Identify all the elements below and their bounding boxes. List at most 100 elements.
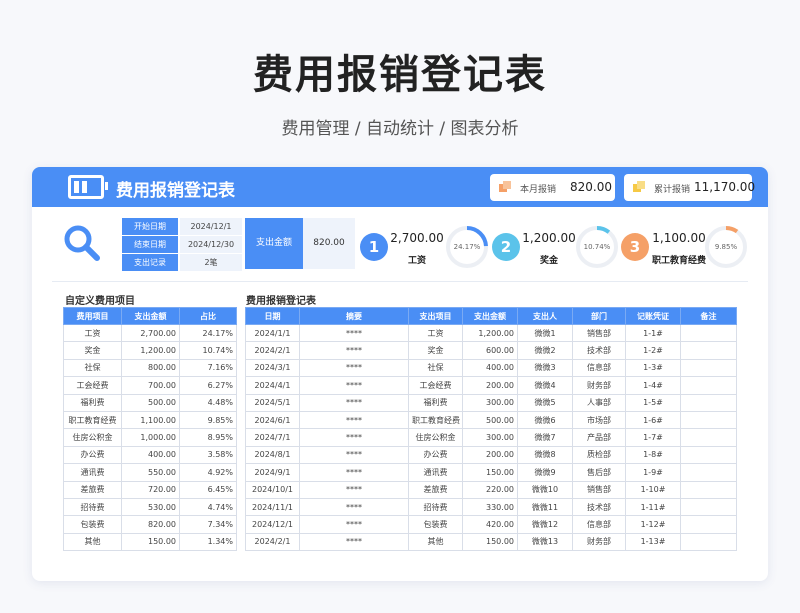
table-cell[interactable]: 220.00 — [462, 480, 518, 499]
table-cell[interactable]: 2024/12/1 — [245, 515, 300, 534]
table-row[interactable]: 住房公积金 1,000.00 8.95% — [63, 428, 237, 447]
table-cell[interactable]: 300.00 — [462, 393, 518, 412]
table-row[interactable]: 奖金 1,200.00 10.74% — [63, 341, 237, 360]
table-row[interactable]: 2024/2/1 **** 奖金 600.00 微微2 技术部 1-2# — [245, 341, 737, 360]
table-cell[interactable]: 微微12 — [517, 515, 573, 534]
table-cell[interactable]: **** — [299, 393, 409, 412]
table-cell[interactable]: 300.00 — [462, 428, 518, 447]
table-cell[interactable]: 职工教育经费 — [408, 410, 463, 430]
table-cell[interactable]: 工资 — [63, 323, 122, 343]
table-cell[interactable] — [680, 358, 737, 378]
table-cell[interactable]: 1-11# — [625, 497, 681, 517]
table-row[interactable]: 2024/1/1 **** 工资 1,200.00 微微1 销售部 1-1# — [245, 323, 737, 343]
table-cell[interactable]: 800.00 — [121, 358, 180, 378]
table-cell[interactable]: **** — [299, 323, 409, 343]
table-row[interactable]: 2024/3/1 **** 社保 400.00 微微3 信息部 1-3# — [245, 358, 737, 378]
table-cell[interactable]: 4.92% — [179, 463, 237, 482]
table-cell[interactable]: 销售部 — [572, 323, 626, 343]
table-cell[interactable]: 550.00 — [121, 463, 180, 482]
table-cell[interactable]: 2024/9/1 — [245, 463, 300, 482]
table-cell[interactable]: 工会经费 — [408, 376, 463, 395]
start-date-value[interactable]: 2024/12/1 — [180, 218, 242, 235]
table-cell[interactable]: 500.00 — [121, 393, 180, 412]
table-cell[interactable]: 微微3 — [517, 358, 573, 378]
column-header[interactable]: 支出项目 — [408, 307, 463, 325]
table-cell[interactable]: 工资 — [408, 323, 463, 343]
table-cell[interactable]: 2024/6/1 — [245, 410, 300, 430]
table-cell[interactable] — [680, 463, 737, 482]
table-cell[interactable]: 500.00 — [462, 410, 518, 430]
table-row[interactable]: 2024/11/1 **** 招待费 330.00 微微11 技术部 1-11# — [245, 497, 737, 517]
table-cell[interactable]: 3.58% — [179, 445, 237, 465]
table-cell[interactable]: 奖金 — [63, 341, 122, 360]
column-header[interactable]: 日期 — [245, 307, 300, 325]
table-cell[interactable] — [680, 480, 737, 499]
table-cell[interactable]: 包装费 — [63, 515, 122, 534]
table-cell[interactable]: 1-5# — [625, 393, 681, 412]
table-cell[interactable]: 产品部 — [572, 428, 626, 447]
table-cell[interactable]: 微微11 — [517, 497, 573, 517]
table-row[interactable]: 职工教育经费 1,100.00 9.85% — [63, 410, 237, 430]
table-cell[interactable]: 1-12# — [625, 515, 681, 534]
table-cell[interactable]: 7.34% — [179, 515, 237, 534]
table-cell[interactable]: 微微5 — [517, 393, 573, 412]
table-row[interactable]: 2024/8/1 **** 办公费 200.00 微微8 质检部 1-8# — [245, 445, 737, 465]
table-cell[interactable]: 2024/5/1 — [245, 393, 300, 412]
table-cell[interactable]: 奖金 — [408, 341, 463, 360]
table-cell[interactable]: **** — [299, 463, 409, 482]
table-cell[interactable]: 2024/8/1 — [245, 445, 300, 465]
table-cell[interactable]: 1,200.00 — [462, 323, 518, 343]
table-cell[interactable]: 4.48% — [179, 393, 237, 412]
end-date-value[interactable]: 2024/12/30 — [180, 236, 242, 253]
table-cell[interactable]: 通讯费 — [408, 463, 463, 482]
table-cell[interactable]: 包装费 — [408, 515, 463, 534]
table-cell[interactable]: 330.00 — [462, 497, 518, 517]
table-cell[interactable]: **** — [299, 532, 409, 552]
table-cell[interactable] — [680, 341, 737, 360]
table-cell[interactable]: 市场部 — [572, 410, 626, 430]
table-cell[interactable]: 微微8 — [517, 445, 573, 465]
column-header[interactable]: 占比 — [179, 307, 237, 325]
column-header[interactable]: 支出金额 — [462, 307, 518, 325]
column-header[interactable]: 记账凭证 — [625, 307, 681, 325]
table-cell[interactable]: **** — [299, 497, 409, 517]
table-cell[interactable]: **** — [299, 480, 409, 499]
table-cell[interactable]: 社保 — [408, 358, 463, 378]
table-cell[interactable]: 150.00 — [462, 532, 518, 552]
table-cell[interactable]: 1,200.00 — [121, 341, 180, 360]
table-cell[interactable]: 400.00 — [121, 445, 180, 465]
table-row[interactable]: 2024/12/1 **** 包装费 420.00 微微12 信息部 1-12# — [245, 515, 737, 534]
table-row[interactable]: 社保 800.00 7.16% — [63, 358, 237, 378]
table-cell[interactable]: 信息部 — [572, 358, 626, 378]
table-cell[interactable]: 工会经费 — [63, 376, 122, 395]
table-cell[interactable]: 1.34% — [179, 532, 237, 552]
table-cell[interactable]: 400.00 — [462, 358, 518, 378]
table-cell[interactable]: 微微13 — [517, 532, 573, 552]
table-row[interactable]: 2024/5/1 **** 福利费 300.00 微微5 人事部 1-5# — [245, 393, 737, 412]
table-row[interactable]: 2024/2/1 **** 其他 150.00 微微13 财务部 1-13# — [245, 532, 737, 552]
table-cell[interactable]: 1-1# — [625, 323, 681, 343]
table-row[interactable]: 福利费 500.00 4.48% — [63, 393, 237, 412]
table-cell[interactable]: 9.85% — [179, 410, 237, 430]
table-cell[interactable]: 2024/2/1 — [245, 532, 300, 552]
table-cell[interactable]: 6.27% — [179, 376, 237, 395]
table-cell[interactable]: 微微4 — [517, 376, 573, 395]
table-cell[interactable]: 人事部 — [572, 393, 626, 412]
table-row[interactable]: 通讯费 550.00 4.92% — [63, 463, 237, 482]
table-cell[interactable] — [680, 428, 737, 447]
table-cell[interactable] — [680, 515, 737, 534]
table-cell[interactable]: 2,700.00 — [121, 323, 180, 343]
table-cell[interactable]: 信息部 — [572, 515, 626, 534]
table-row[interactable]: 2024/4/1 **** 工会经费 200.00 微微4 财务部 1-4# — [245, 376, 737, 395]
table-row[interactable]: 2024/7/1 **** 住房公积金 300.00 微微7 产品部 1-7# — [245, 428, 737, 447]
table-cell[interactable]: 招待费 — [63, 497, 122, 517]
table-cell[interactable] — [680, 376, 737, 395]
column-header[interactable]: 支出人 — [517, 307, 573, 325]
table-cell[interactable]: 1-7# — [625, 428, 681, 447]
table-cell[interactable]: 微微1 — [517, 323, 573, 343]
table-cell[interactable]: 2024/10/1 — [245, 480, 300, 499]
table-row[interactable]: 差旅费 720.00 6.45% — [63, 480, 237, 499]
table-cell[interactable]: 200.00 — [462, 445, 518, 465]
table-cell[interactable]: 职工教育经费 — [63, 410, 122, 430]
table-cell[interactable]: 1-3# — [625, 358, 681, 378]
